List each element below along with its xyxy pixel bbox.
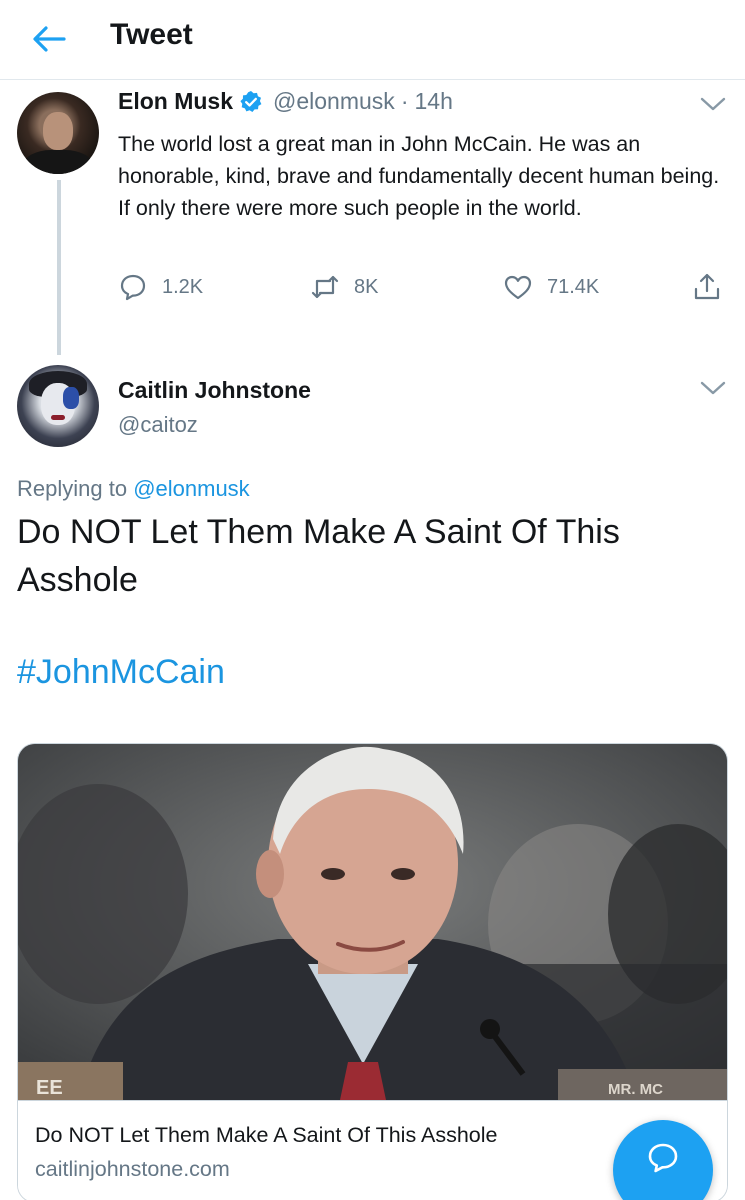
reply-body-text: Do NOT Let Them Make A Saint Of This Ass… <box>17 513 620 599</box>
tweet-author-line: Elon Musk @elonmusk · 14h <box>118 88 453 115</box>
reply-author-name[interactable]: Caitlin Johnstone <box>118 377 311 404</box>
tweet-action-bar: 1.2K 8K 71.4K <box>118 272 730 312</box>
top-bar: Tweet <box>0 0 745 80</box>
like-icon <box>504 275 532 300</box>
like-button[interactable]: 71.4K <box>503 272 599 302</box>
tweet-body-text: The world lost a great man in John McCai… <box>118 132 720 220</box>
back-arrow-icon <box>33 26 66 52</box>
reply-count: 1.2K <box>162 275 204 298</box>
replying-to-line: Replying to @elonmusk <box>17 476 250 502</box>
replying-to-label: Replying to <box>17 476 134 501</box>
page-title: Tweet <box>110 18 193 51</box>
compose-reply-icon <box>648 1143 678 1173</box>
reply-icon <box>120 274 146 301</box>
back-button[interactable] <box>28 20 70 58</box>
retweet-icon <box>311 275 339 299</box>
tweet-author-handle[interactable]: @elonmusk <box>273 88 395 115</box>
link-preview-image: EE MR. MC <box>18 744 727 1100</box>
avatar-caitlin-johnstone[interactable] <box>17 365 99 447</box>
hashtag-link[interactable]: #JohnMcCain <box>17 653 225 692</box>
replying-to-mention[interactable]: @elonmusk <box>133 476 250 501</box>
retweet-count: 8K <box>354 275 379 298</box>
link-preview-domain: caitlinjohnstone.com <box>35 1157 230 1181</box>
nameplate-left-text: EE <box>36 1077 63 1099</box>
share-icon <box>694 273 720 300</box>
link-preview-title: Do NOT Let Them Make A Saint Of This Ass… <box>35 1123 498 1147</box>
thread-connector-line <box>57 180 61 355</box>
verified-badge-icon <box>240 90 262 112</box>
chevron-down-icon[interactable] <box>700 96 726 112</box>
avatar-elon-musk[interactable] <box>17 92 99 174</box>
link-preview-card[interactable]: EE MR. MC Do NOT Let Them Make A Saint O… <box>17 743 728 1200</box>
meta-separator: · <box>400 88 409 114</box>
tweet-timestamp: 14h <box>414 88 453 114</box>
nameplate-text: MR. MC <box>608 1081 663 1098</box>
share-button[interactable] <box>692 272 736 302</box>
reply-button[interactable]: 1.2K <box>118 272 203 302</box>
chevron-down-icon[interactable] <box>700 380 726 396</box>
reply-author-handle[interactable]: @caitoz <box>118 412 198 438</box>
like-count: 71.4K <box>547 275 600 298</box>
tweet-author-name[interactable]: Elon Musk <box>118 88 233 115</box>
retweet-button[interactable]: 8K <box>310 272 378 302</box>
